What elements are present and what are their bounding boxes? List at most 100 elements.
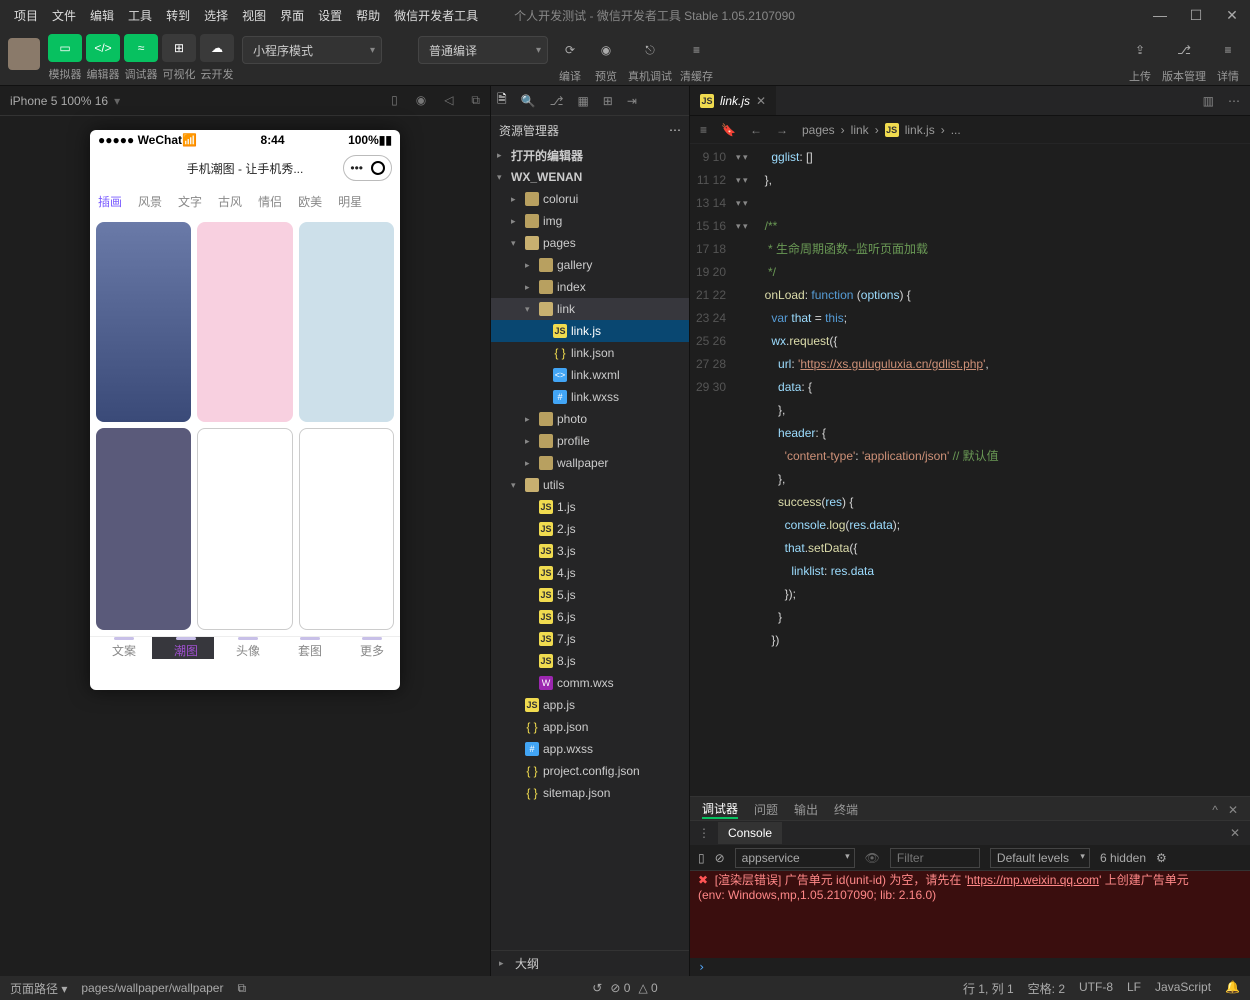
sim-record-icon[interactable]: ◉ (416, 93, 426, 108)
status-sync-icon[interactable]: ↺ (592, 981, 602, 995)
page-path[interactable]: pages/wallpaper/wallpaper (81, 981, 223, 995)
debugger-tab[interactable]: 调试器 (702, 800, 738, 819)
language[interactable]: JavaScript (1155, 980, 1211, 997)
tree-item[interactable]: JSapp.js (491, 694, 689, 716)
tree-item[interactable]: ▸img (491, 210, 689, 232)
tree-item[interactable]: JS4.js (491, 562, 689, 584)
wallpaper-card[interactable] (299, 428, 394, 630)
more-icon[interactable]: ⋯ (1228, 94, 1240, 108)
tree-item[interactable]: ▸wallpaper (491, 452, 689, 474)
code-editor[interactable]: 9 10 11 12 13 14 15 16 17 18 19 20 21 22… (690, 144, 1250, 796)
explorer-menu-icon[interactable]: ⋯ (669, 123, 681, 137)
tree-item[interactable]: JS1.js (491, 496, 689, 518)
status-warns[interactable]: △ 0 (638, 981, 657, 995)
tree-item[interactable]: { }link.json (491, 342, 689, 364)
tree-item[interactable]: ▸gallery (491, 254, 689, 276)
menu-item[interactable]: 工具 (122, 3, 158, 28)
tabbar-item[interactable]: 头像 (214, 637, 276, 659)
eye-icon[interactable]: 👁 (865, 851, 880, 865)
close-icon[interactable]: ✕ (1222, 7, 1242, 24)
ext2-icon[interactable]: ⊞ (603, 94, 613, 108)
wallpaper-card[interactable] (197, 222, 292, 422)
tabbar-item[interactable]: 文案 (90, 637, 152, 659)
tree-item[interactable]: { }app.json (491, 716, 689, 738)
tree-item[interactable]: JS5.js (491, 584, 689, 606)
ext-icon[interactable]: ▦ (577, 94, 588, 108)
maximize-icon[interactable]: ☐ (1186, 7, 1206, 24)
tree-item[interactable]: JS6.js (491, 606, 689, 628)
search-icon[interactable]: 🔍 (521, 94, 536, 108)
capsule[interactable]: ••• (343, 155, 392, 181)
compile-icon[interactable]: ⟳ (556, 36, 584, 64)
clear-cache-icon[interactable]: ≡ (683, 36, 711, 64)
tabbar-item[interactable]: 套图 (276, 637, 338, 659)
console-collapse-icon[interactable]: ⋮ (690, 826, 718, 840)
tree-item[interactable]: ▸profile (491, 430, 689, 452)
tabbar-item[interactable]: 潮图 (152, 637, 214, 659)
menu-item[interactable]: 微信开发者工具 (388, 3, 484, 28)
simulator-button[interactable]: ▭ (48, 34, 82, 62)
eol[interactable]: LF (1127, 980, 1141, 997)
tree-item[interactable]: JS2.js (491, 518, 689, 540)
tree-item[interactable]: ▸index (491, 276, 689, 298)
cloud-button[interactable]: ☁ (200, 34, 234, 62)
device-selector[interactable]: iPhone 5 100% 16 (10, 94, 108, 108)
page-tab[interactable]: 插画 (98, 193, 122, 210)
copy-path-icon[interactable]: ⧉ (237, 981, 246, 996)
project-section[interactable]: ▾WX_WENAN (491, 166, 689, 188)
compile-dropdown[interactable]: 普通编译 (418, 36, 548, 64)
page-tab[interactable]: 文字 (178, 193, 202, 210)
tree-item[interactable]: #app.wxss (491, 738, 689, 760)
cursor-position[interactable]: 行 1, 列 1 (963, 980, 1014, 997)
tree-item[interactable]: ▸photo (491, 408, 689, 430)
phone-simulator[interactable]: ●●●●● WeChat📶 8:44 100%▮▮ 手机潮图 - 让手机秀...… (90, 130, 400, 690)
open-editors-section[interactable]: ▸打开的编辑器 (491, 144, 689, 166)
tree-item[interactable]: ▾link (491, 298, 689, 320)
menu-item[interactable]: 转到 (160, 3, 196, 28)
wallpaper-card[interactable] (197, 428, 292, 630)
chevron-up-icon[interactable]: ^ (1212, 803, 1218, 817)
avatar[interactable] (8, 38, 40, 70)
editor-button[interactable]: </> (86, 34, 120, 62)
problems-tab[interactable]: 问题 (754, 801, 778, 818)
tree-item[interactable]: { }project.config.json (491, 760, 689, 782)
tabbar-item[interactable]: 更多 (338, 637, 400, 659)
console-eye-icon[interactable]: ⊘ (715, 851, 725, 865)
minimize-icon[interactable]: ― (1150, 7, 1170, 24)
version-icon[interactable]: ⎇ (1170, 36, 1198, 64)
panel-close-icon[interactable]: ✕ (1228, 803, 1238, 817)
menu-item[interactable]: 帮助 (350, 3, 386, 28)
clear-console-icon[interactable]: ▯ (698, 851, 705, 865)
bookmark-icon[interactable]: 🔖 (721, 123, 736, 137)
sim-copy-icon[interactable]: ⧉ (471, 93, 480, 108)
outline-section[interactable]: ▸大纲 (491, 950, 689, 976)
editor-tab[interactable]: JS link.js ✕ (690, 86, 776, 115)
page-tab[interactable]: 明星 (338, 193, 362, 210)
menu-item[interactable]: 设置 (312, 3, 348, 28)
sim-mute-icon[interactable]: ◁ (444, 93, 453, 108)
page-tab[interactable]: 情侣 (258, 193, 282, 210)
tree-item[interactable]: JS8.js (491, 650, 689, 672)
tree-item[interactable]: JS3.js (491, 540, 689, 562)
menu-item[interactable]: 文件 (46, 3, 82, 28)
wallpaper-card[interactable] (299, 222, 394, 422)
menu-item[interactable]: 编辑 (84, 3, 120, 28)
tree-item[interactable]: Wcomm.wxs (491, 672, 689, 694)
debugger-button[interactable]: ≈ (124, 34, 158, 62)
page-tab[interactable]: 古风 (218, 193, 242, 210)
tree-item[interactable]: ▾pages (491, 232, 689, 254)
tree-item[interactable]: #link.wxss (491, 386, 689, 408)
encoding[interactable]: UTF-8 (1079, 980, 1113, 997)
split-icon[interactable]: ▥ (1203, 94, 1214, 108)
tree-item[interactable]: { }sitemap.json (491, 782, 689, 804)
menu-item[interactable]: 项目 (8, 3, 44, 28)
sim-phone-icon[interactable]: ▯ (391, 93, 398, 108)
indent-info[interactable]: 空格: 2 (1028, 980, 1065, 997)
page-tab[interactable]: 风景 (138, 193, 162, 210)
remote-debug-icon[interactable]: ⎋ (636, 36, 664, 64)
console-close-icon[interactable]: ✕ (1230, 826, 1250, 840)
error-link[interactable]: https://mp.weixin.qq.com (967, 873, 1099, 887)
console-gear-icon[interactable]: ⚙ (1156, 851, 1167, 865)
tree-item[interactable]: ▾utils (491, 474, 689, 496)
tree-item[interactable]: JS7.js (491, 628, 689, 650)
